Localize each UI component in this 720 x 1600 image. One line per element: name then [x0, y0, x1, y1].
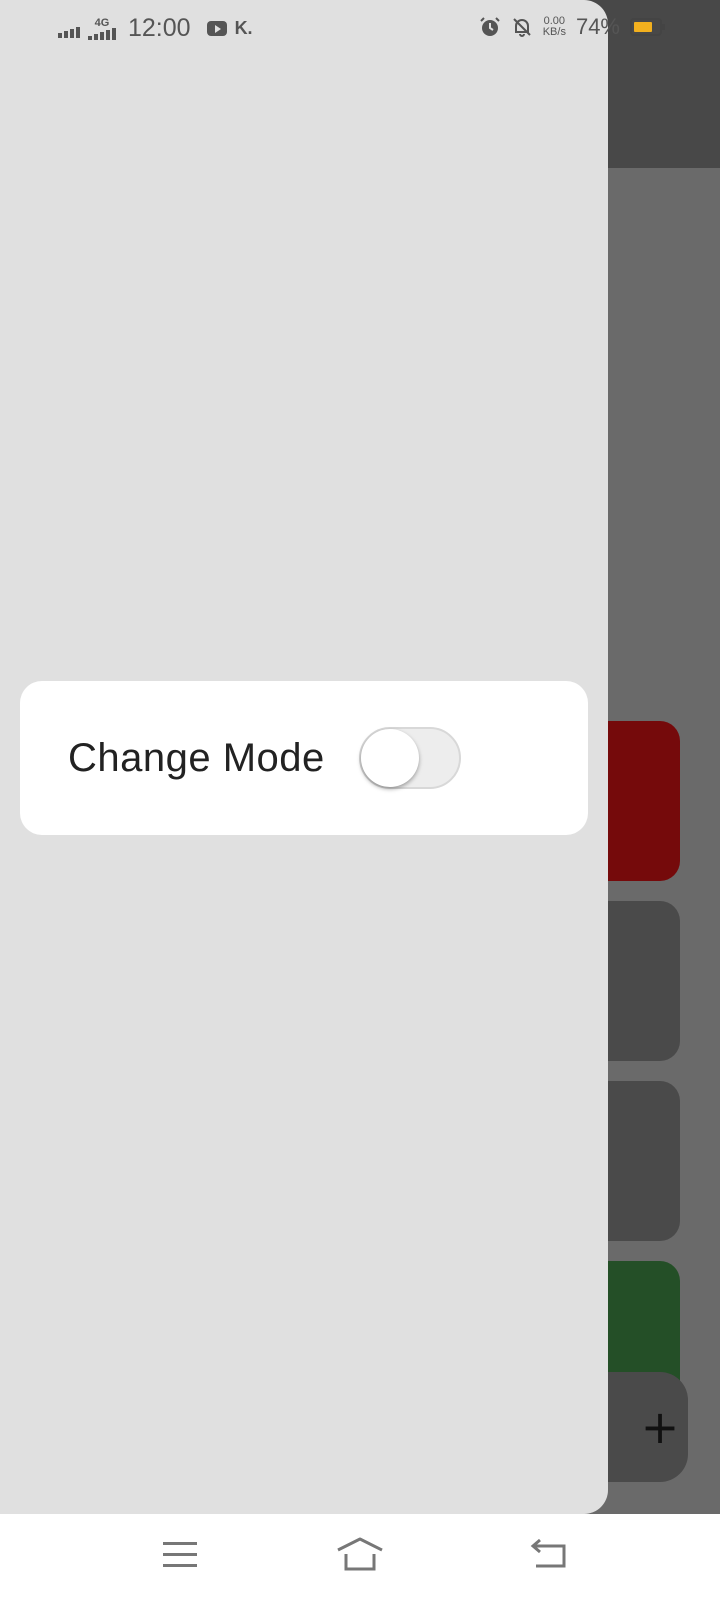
- alarm-icon: [480, 17, 500, 36]
- menu-icon[interactable]: [156, 1534, 204, 1574]
- plus-icon: +: [640, 1400, 680, 1454]
- home-icon[interactable]: [336, 1534, 384, 1574]
- change-mode-toggle[interactable]: [358, 727, 461, 789]
- status-bar: 4G 12:00 K. 0.00 KB/s 74%: [0, 0, 720, 58]
- back-icon[interactable]: [526, 1534, 574, 1574]
- signal-4g-icon: 4G: [88, 17, 116, 40]
- change-mode-label: Change Mode: [68, 735, 325, 780]
- system-nav-bar: [0, 1514, 720, 1600]
- youtube-icon: [206, 21, 227, 36]
- toggle-knob: [360, 729, 419, 787]
- change-mode-card: Change Mode: [20, 681, 588, 835]
- battery-percent: 74%: [575, 14, 620, 39]
- battery-icon: [630, 18, 665, 36]
- bell-off-icon: [513, 18, 531, 37]
- navigation-drawer: Change Mode: [0, 0, 608, 1514]
- screen: + Change Mode 4G 12:00 K. 0.00 KB/s 74%: [0, 0, 720, 1600]
- status-time: 12:00: [128, 14, 191, 42]
- k-app-icon: K.: [234, 18, 253, 38]
- network-speed: 0.00 KB/s: [542, 15, 566, 38]
- battery-fill: [634, 22, 652, 32]
- signal-icon: [58, 20, 80, 38]
